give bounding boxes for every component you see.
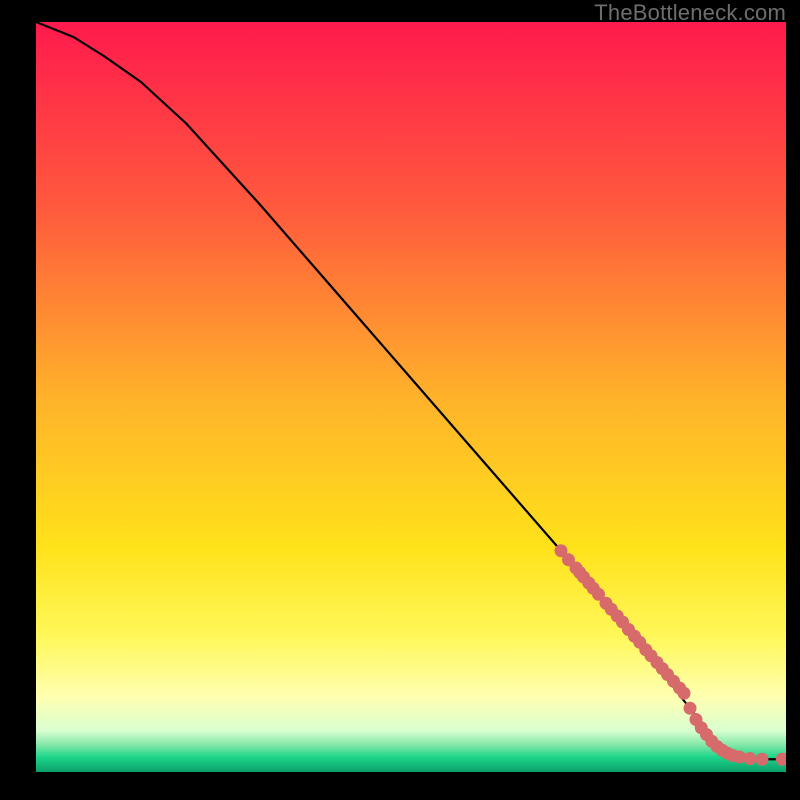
plot-area [36,22,786,772]
gradient-background [36,22,786,772]
data-point [678,687,691,700]
data-point [684,702,697,715]
chart-svg [36,22,786,772]
data-point [744,752,757,765]
data-point [756,753,769,766]
chart-stage: TheBottleneck.com [0,0,800,800]
